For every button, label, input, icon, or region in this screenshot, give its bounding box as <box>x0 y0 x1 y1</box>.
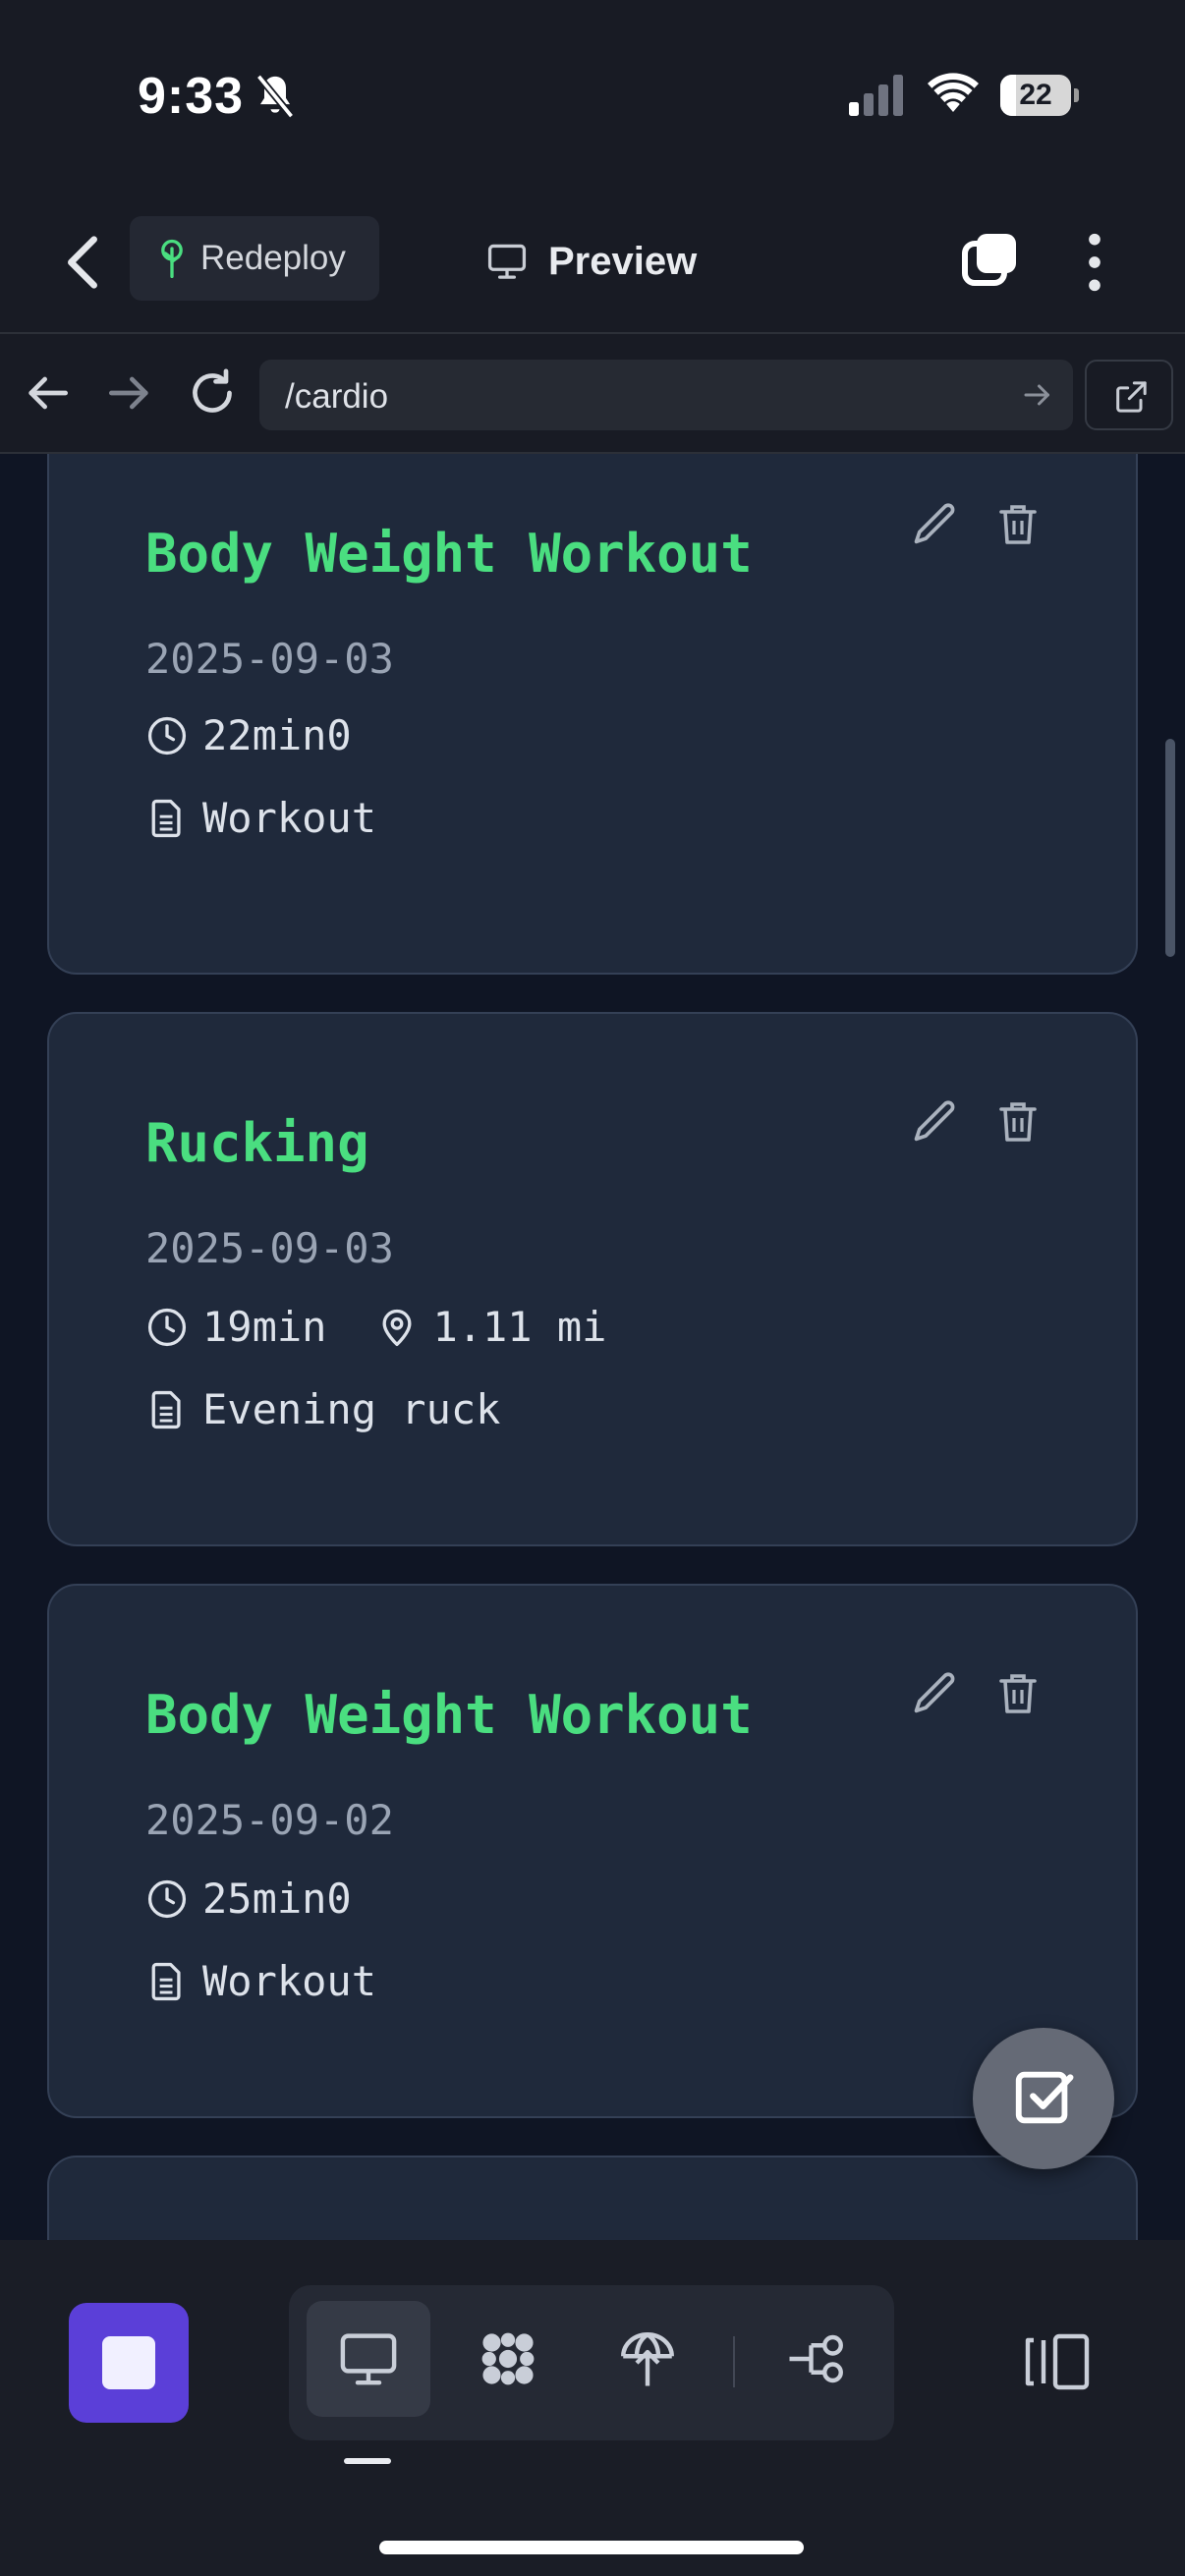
clock-icon <box>147 716 187 755</box>
clock-icon <box>147 1879 187 1918</box>
tool-preview[interactable] <box>307 2301 430 2417</box>
chevron-left-icon[interactable] <box>55 228 110 297</box>
card-distance: 1.11 mi <box>375 1303 606 1351</box>
battery-icon: 22 <box>1000 75 1079 116</box>
status-time: 9:33 <box>138 68 245 125</box>
reload-icon[interactable] <box>185 365 240 420</box>
external-link-icon <box>1116 381 1147 413</box>
windows-icon[interactable] <box>959 228 1022 291</box>
tree-icon <box>161 239 183 278</box>
card-note: Evening ruck <box>145 1385 500 1433</box>
duration-value: 19min <box>202 1303 327 1351</box>
checkbox-icon <box>1015 2071 1074 2124</box>
preview-tab[interactable]: Preview <box>485 232 697 291</box>
browser-bar: /cardio <box>0 334 1185 454</box>
scrollbar-thumb[interactable] <box>1165 739 1175 957</box>
deploy-icon <box>621 2332 674 2386</box>
document-icon <box>151 799 181 837</box>
card-date: 2025-09-03 <box>145 635 394 683</box>
app-header: Redeploy Preview <box>0 187 1185 334</box>
distance-value: 1.11 mi <box>432 1303 607 1351</box>
url-text: /cardio <box>285 377 389 416</box>
preview-label: Preview <box>548 239 698 283</box>
map-pin-icon <box>382 1309 412 1346</box>
note-value: Workout <box>202 1957 377 2005</box>
card-date: 2025-09-02 <box>145 1796 394 1844</box>
url-input[interactable]: /cardio <box>259 360 1073 430</box>
active-tab-indicator <box>344 2458 391 2464</box>
cardio-card <box>47 2156 1138 2240</box>
trash-icon[interactable] <box>994 1668 1042 1719</box>
duration-value: 22min0 <box>202 711 352 759</box>
card-date: 2025-09-03 <box>145 1224 394 1272</box>
battery-percent: 22 <box>1019 79 1052 111</box>
card-duration: 25min0 <box>145 1875 352 1923</box>
trash-icon[interactable] <box>994 1096 1042 1148</box>
arrow-right-icon[interactable] <box>1020 377 1055 413</box>
card-title: Body Weight Workout <box>145 523 753 585</box>
cardio-card: Rucking 2025-09-03 19min 1.11 mi Evening… <box>47 1012 1138 1546</box>
card-stats: 19min 1.11 mi <box>145 1303 606 1351</box>
redeploy-label: Redeploy <box>200 239 346 277</box>
tool-group <box>289 2285 894 2440</box>
stop-icon <box>102 2336 155 2389</box>
pencil-icon[interactable] <box>910 1668 961 1719</box>
bell-slash-icon <box>255 74 295 119</box>
bottom-toolbar <box>0 2240 1185 2576</box>
cardio-card: Body Weight Workout 2025-09-02 25min0 Wo… <box>47 1584 1138 2118</box>
note-value: Evening ruck <box>202 1385 501 1433</box>
card-title: Rucking <box>145 1112 369 1174</box>
clock-icon <box>147 1308 187 1346</box>
arrow-left-icon[interactable] <box>20 365 75 420</box>
pencil-icon[interactable] <box>910 499 961 550</box>
pencil-icon[interactable] <box>910 1096 961 1148</box>
document-icon <box>151 1390 181 1428</box>
apps-icon <box>481 2332 535 2385</box>
workflow-icon <box>789 2334 843 2383</box>
cardio-list[interactable]: Body Weight Workout 2025-09-03 22min0 Wo… <box>0 454 1185 2240</box>
tool-workflows[interactable] <box>755 2301 878 2417</box>
cardio-card: Body Weight Workout 2025-09-03 22min0 Wo… <box>47 454 1138 975</box>
card-note: Workout <box>145 1957 376 2005</box>
log-workout-button[interactable] <box>973 2028 1114 2169</box>
toolbar-divider <box>733 2336 735 2387</box>
more-vertical-icon[interactable] <box>1075 228 1114 297</box>
duration-value: 25min0 <box>202 1875 352 1923</box>
cellular-signal-icon <box>849 75 903 116</box>
open-external-button[interactable] <box>1085 360 1173 430</box>
document-icon <box>151 1962 181 2000</box>
note-value: Workout <box>202 794 377 842</box>
status-bar: 9:33 22 <box>0 0 1185 187</box>
arrow-right-icon[interactable] <box>102 365 157 420</box>
wifi-icon <box>928 73 979 112</box>
tool-deploy[interactable] <box>586 2301 709 2417</box>
monitor-icon <box>340 2333 397 2385</box>
tool-apps[interactable] <box>446 2301 570 2417</box>
card-title: Body Weight Workout <box>145 1684 753 1746</box>
monitor-icon <box>487 244 527 279</box>
home-indicator[interactable] <box>379 2541 804 2554</box>
side-panel-icon[interactable] <box>1018 2330 1093 2393</box>
card-note: Workout <box>145 794 376 842</box>
trash-icon[interactable] <box>994 499 1042 550</box>
card-duration: 22min0 <box>145 711 352 759</box>
redeploy-button[interactable]: Redeploy <box>130 216 379 301</box>
stop-button[interactable] <box>69 2303 189 2423</box>
